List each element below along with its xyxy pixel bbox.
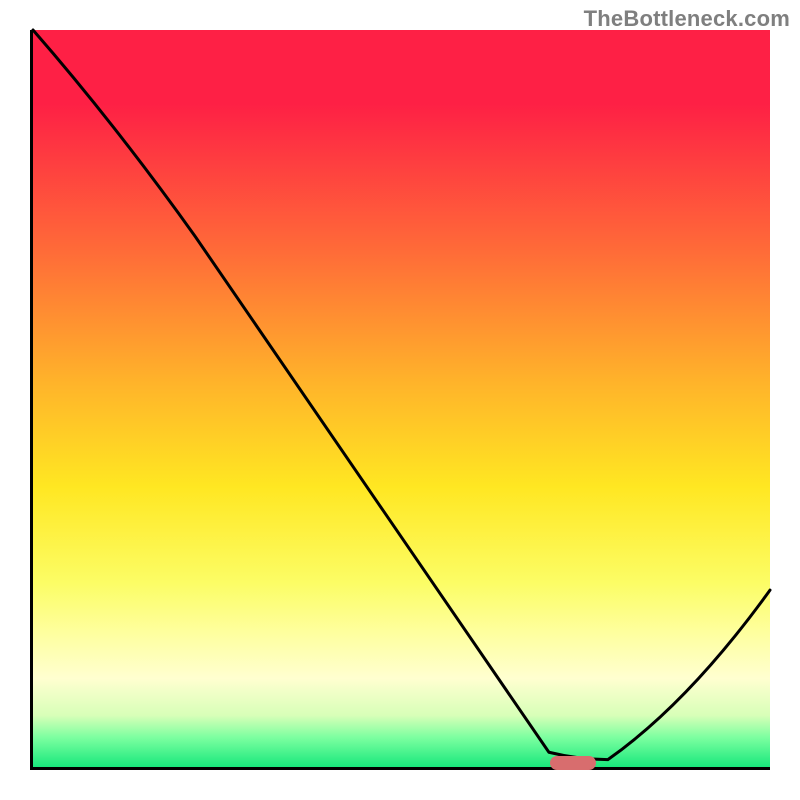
- bottleneck-curve: [33, 30, 770, 767]
- optimum-marker: [550, 756, 596, 770]
- attribution-watermark: TheBottleneck.com: [584, 6, 790, 32]
- chart-plot-area: [30, 30, 770, 770]
